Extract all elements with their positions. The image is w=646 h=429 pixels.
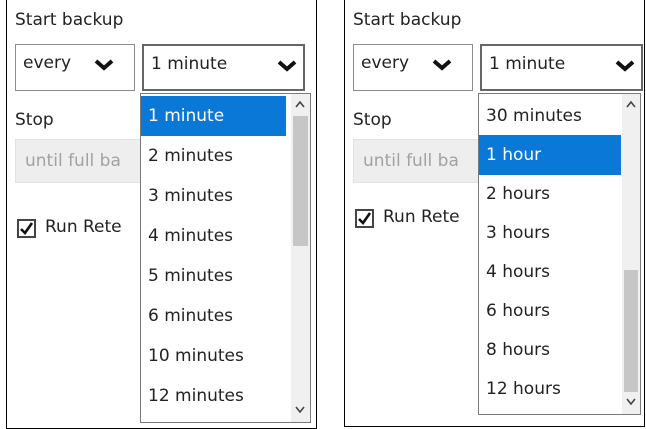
interval-select[interactable]: 1 minute xyxy=(480,44,643,91)
dropdown-scrollbar[interactable] xyxy=(291,94,310,422)
scroll-up-arrow-icon[interactable] xyxy=(626,100,636,108)
run-retention-label: Run Rete xyxy=(383,207,460,227)
frequency-select-value: every xyxy=(23,53,72,73)
chevron-down-icon xyxy=(615,60,635,72)
stop-label: Stop xyxy=(15,110,54,130)
stop-condition-value: until full ba xyxy=(363,151,459,171)
frequency-select-value: every xyxy=(361,53,410,73)
stop-condition-field: until full ba xyxy=(15,139,150,183)
dropdown-option[interactable]: 3 hours xyxy=(479,213,621,253)
stop-label: Stop xyxy=(353,110,392,130)
dropdown-option[interactable]: 30 minutes xyxy=(479,96,621,136)
backup-schedule-panel-right: Start backup every 1 minute Stop until f… xyxy=(344,0,645,427)
dropdown-option[interactable]: 10 minutes xyxy=(141,336,286,376)
dropdown-option[interactable]: 6 minutes xyxy=(141,296,286,336)
interval-select[interactable]: 1 minute xyxy=(142,44,305,91)
scroll-up-arrow-icon[interactable] xyxy=(295,100,305,108)
interval-select-value: 1 minute xyxy=(151,54,228,74)
scrollbar-thumb[interactable] xyxy=(293,116,308,246)
backup-schedule-panel-left: Start backup every 1 minute Stop until f… xyxy=(6,0,317,429)
dropdown-option[interactable]: 5 minutes xyxy=(141,256,286,296)
start-backup-label: Start backup xyxy=(15,10,124,30)
dropdown-option[interactable]: 6 hours xyxy=(479,291,621,331)
stop-condition-value: until full ba xyxy=(25,151,121,171)
dropdown-option[interactable]: 12 minutes xyxy=(141,376,286,416)
run-retention-label: Run Rete xyxy=(45,217,122,237)
chevron-down-icon xyxy=(277,60,297,72)
interval-select-value: 1 minute xyxy=(489,54,566,74)
run-retention-checkbox[interactable] xyxy=(17,219,36,238)
dropdown-option[interactable]: 1 minute xyxy=(141,96,286,136)
checkmark-icon xyxy=(358,212,372,226)
dropdown-scrollbar[interactable] xyxy=(622,94,640,414)
interval-dropdown-list[interactable]: 1 minute 2 minutes 3 minutes 4 minutes 5… xyxy=(140,93,311,423)
dropdown-option[interactable]: 8 hours xyxy=(479,330,621,370)
run-retention-checkbox[interactable] xyxy=(355,209,374,228)
start-backup-label: Start backup xyxy=(353,10,462,30)
dropdown-option[interactable]: 1 hour xyxy=(479,135,621,175)
dropdown-option[interactable]: 3 minutes xyxy=(141,176,286,216)
dropdown-option[interactable]: 2 minutes xyxy=(141,136,286,176)
scrollbar-thumb[interactable] xyxy=(624,270,638,392)
scroll-down-arrow-icon[interactable] xyxy=(626,398,636,406)
chevron-down-icon xyxy=(432,59,452,71)
frequency-select[interactable]: every xyxy=(15,44,135,91)
dropdown-option[interactable]: 4 minutes xyxy=(141,216,286,256)
dropdown-option[interactable]: 12 hours xyxy=(479,369,621,409)
checkmark-icon xyxy=(20,222,34,236)
dropdown-option[interactable]: 4 hours xyxy=(479,252,621,292)
scroll-down-arrow-icon[interactable] xyxy=(295,406,305,414)
stop-condition-field: until full ba xyxy=(353,139,488,183)
interval-dropdown-list[interactable]: 30 minutes 1 hour 2 hours 3 hours 4 hour… xyxy=(478,93,641,415)
dropdown-option[interactable]: 2 hours xyxy=(479,174,621,214)
chevron-down-icon xyxy=(94,59,114,71)
frequency-select[interactable]: every xyxy=(353,44,473,91)
